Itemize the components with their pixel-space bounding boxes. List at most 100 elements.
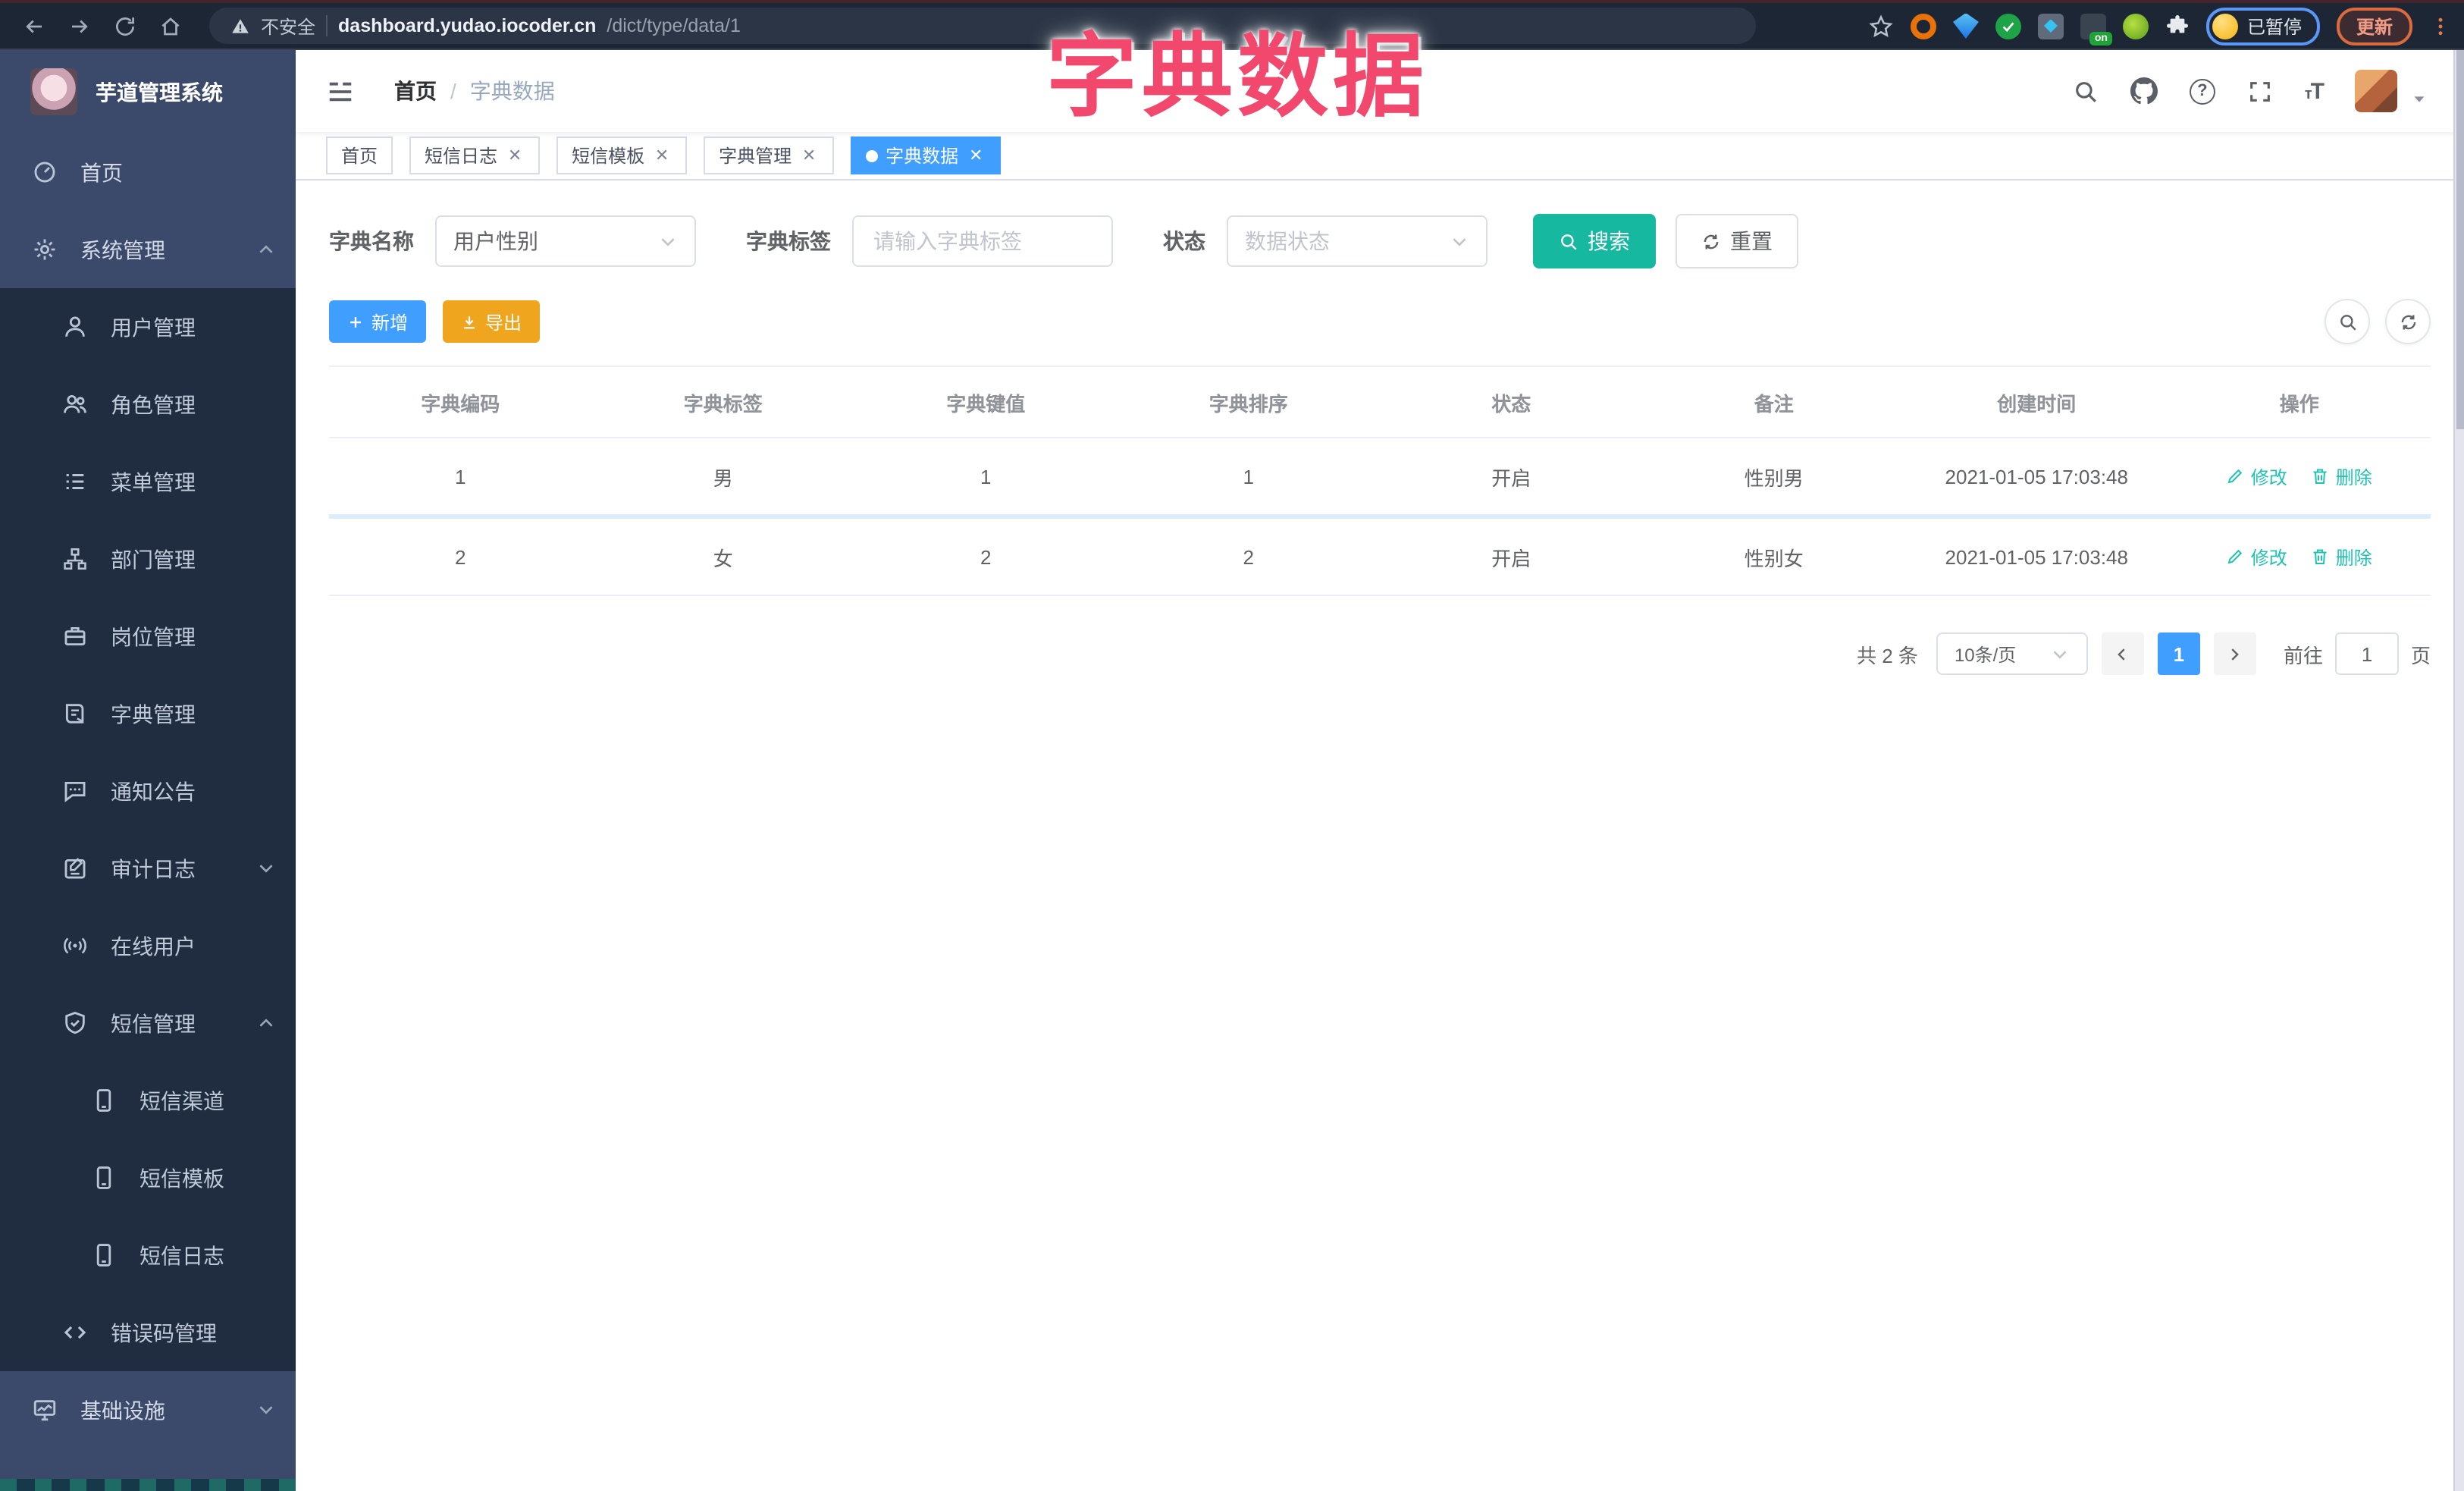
total-count: 共 2 条 [1857, 644, 1918, 667]
github-icon[interactable] [2130, 77, 2158, 105]
close-icon[interactable]: ✕ [966, 146, 986, 165]
add-button-label: 新增 [371, 312, 409, 333]
sidebar-item-departments[interactable]: 部门管理 [0, 520, 296, 598]
dict-label-input[interactable] [870, 228, 1095, 255]
page-number-button[interactable]: 1 [2157, 632, 2200, 675]
bookmark-star-icon[interactable] [1868, 13, 1894, 39]
edit-link[interactable]: 修改 [2227, 463, 2287, 489]
plus-icon [347, 313, 364, 330]
next-page-button[interactable] [2213, 632, 2256, 675]
sidebar-item-sms-channel[interactable]: 短信渠道 [0, 1062, 296, 1139]
dictionary-book-icon [62, 701, 88, 727]
dict-name-label: 字典名称 [329, 229, 414, 253]
tab-dict-data[interactable]: 字典数据 ✕ [851, 137, 1002, 174]
sidebar-item-online-users[interactable]: 在线用户 [0, 907, 296, 984]
sidebar-item-audit-log[interactable]: 审计日志 [0, 830, 296, 907]
reset-button[interactable]: 重置 [1676, 214, 1798, 268]
delete-link[interactable]: 删除 [2312, 463, 2372, 489]
sidebar-item-posts[interactable]: 岗位管理 [0, 598, 296, 675]
extensions-puzzle-icon[interactable] [2165, 14, 2190, 38]
sidebar-item-system[interactable]: 系统管理 [0, 211, 296, 288]
browser-update-button[interactable]: 更新 [2336, 7, 2412, 45]
extension-icon-orange[interactable] [1910, 13, 1936, 39]
page-scrollbar[interactable] [2453, 50, 2464, 1491]
sidebar-item-users[interactable]: 用户管理 [0, 288, 296, 366]
back-icon[interactable] [23, 14, 45, 37]
table-row: 1 男 1 1 开启 性别男 2021-01-05 17:03:48 修改 删除 [329, 438, 2431, 519]
tab-home[interactable]: 首页 [326, 137, 393, 174]
sidebar-item-label: 角色管理 [111, 392, 196, 416]
export-button-label: 导出 [485, 312, 522, 333]
search-button[interactable]: 搜索 [1533, 214, 1656, 268]
screen: 不安全 dashboard.yudao.iocoder.cn /dict/typ… [0, 0, 2464, 1491]
edit-link[interactable]: 修改 [2227, 544, 2287, 570]
org-tree-icon [62, 546, 88, 572]
kebab-menu-icon[interactable] [2429, 14, 2452, 37]
caret-down-icon[interactable] [2411, 90, 2428, 107]
extension-icon-on[interactable]: on [2080, 13, 2112, 45]
chevron-down-icon [1450, 231, 1469, 251]
help-icon[interactable]: ? [2189, 78, 2215, 104]
download-icon [461, 313, 478, 330]
chevron-down-icon [256, 859, 276, 878]
reload-icon[interactable] [114, 14, 136, 37]
sidebar-item-dict[interactable]: 字典管理 [0, 675, 296, 752]
export-button[interactable]: 导出 [443, 300, 541, 343]
prev-page-button[interactable] [2101, 632, 2144, 675]
sidebar-item-infrastructure[interactable]: 基础设施 [0, 1371, 296, 1449]
close-icon[interactable]: ✕ [652, 146, 672, 165]
status-select[interactable]: 数据状态 [1227, 215, 1487, 267]
sidebar-item-sms-log[interactable]: 短信日志 [0, 1216, 296, 1294]
cell-actions: 修改 删除 [2168, 438, 2431, 514]
dict-data-table: 字典编码 字典标签 字典键值 字典排序 状态 备注 创建时间 操作 1 男 1 … [329, 366, 2431, 596]
extension-icon-blue-gem[interactable] [1952, 13, 1979, 39]
tab-sms-template[interactable]: 短信模板 ✕ [556, 137, 688, 174]
warning-icon [230, 16, 250, 36]
delete-label: 删除 [2335, 547, 2372, 568]
cell-actions: 修改 删除 [2168, 519, 2431, 595]
sidebar-item-notice[interactable]: 通知公告 [0, 752, 296, 830]
user-avatar[interactable] [2355, 70, 2397, 112]
tab-sms-log[interactable]: 短信日志 ✕ [409, 137, 541, 174]
hamburger-icon[interactable] [326, 77, 355, 105]
address-bar[interactable]: 不安全 dashboard.yudao.iocoder.cn /dict/typ… [209, 8, 1756, 44]
close-icon[interactable]: ✕ [505, 146, 525, 165]
extension-icon-diamond[interactable] [2037, 13, 2064, 39]
goto-page-input[interactable] [2334, 632, 2399, 675]
extension-icon-green-check[interactable] [1995, 13, 2021, 39]
search-icon [2337, 312, 2357, 331]
profile-paused-badge[interactable]: 已暂停 [2205, 7, 2320, 45]
home-icon[interactable] [159, 14, 182, 37]
forward-icon[interactable] [68, 14, 91, 37]
sidebar-item-label: 用户管理 [111, 315, 196, 339]
browser-toolbar-right: on 已暂停 更新 [1868, 7, 2464, 45]
refresh-button[interactable] [2385, 299, 2431, 344]
close-icon[interactable]: ✕ [799, 146, 819, 165]
dict-name-select[interactable]: 用户性别 [435, 215, 696, 267]
tab-dict-manage[interactable]: 字典管理 ✕ [704, 137, 835, 174]
font-size-icon[interactable]: тT [2305, 78, 2324, 104]
tags-view-bar: 首页 短信日志 ✕ 短信模板 ✕ 字典管理 ✕ 字典数据 ✕ [296, 132, 2464, 180]
online-signal-icon [62, 933, 88, 959]
sidebar-item-menus[interactable]: 菜单管理 [0, 443, 296, 520]
add-button[interactable]: 新增 [329, 300, 427, 343]
sidebar-item-roles[interactable]: 角色管理 [0, 366, 296, 443]
user-icon [62, 314, 88, 340]
sidebar-item-label: 短信日志 [140, 1243, 224, 1267]
sidebar-item-label: 错误码管理 [111, 1320, 217, 1345]
extension-icon-green[interactable] [2122, 13, 2149, 39]
sidebar-item-error-codes[interactable]: 错误码管理 [0, 1294, 296, 1371]
sidebar-item-home[interactable]: 首页 [0, 133, 296, 211]
scrollbar-thumb[interactable] [2456, 50, 2464, 429]
fullscreen-icon[interactable] [2247, 78, 2273, 104]
delete-link[interactable]: 删除 [2312, 544, 2372, 570]
show-search-button[interactable] [2324, 299, 2370, 344]
reset-button-label: 重置 [1730, 229, 1773, 253]
page-size-select[interactable]: 10条/页 [1936, 632, 2088, 675]
sidebar-item-sms[interactable]: 短信管理 [0, 984, 296, 1062]
breadcrumb-home[interactable]: 首页 [394, 76, 437, 106]
briefcase-icon [62, 623, 88, 649]
sidebar-item-sms-template[interactable]: 短信模板 [0, 1139, 296, 1216]
app-logo[interactable]: 芋道管理系统 [0, 50, 296, 133]
search-icon[interactable] [2073, 78, 2099, 104]
